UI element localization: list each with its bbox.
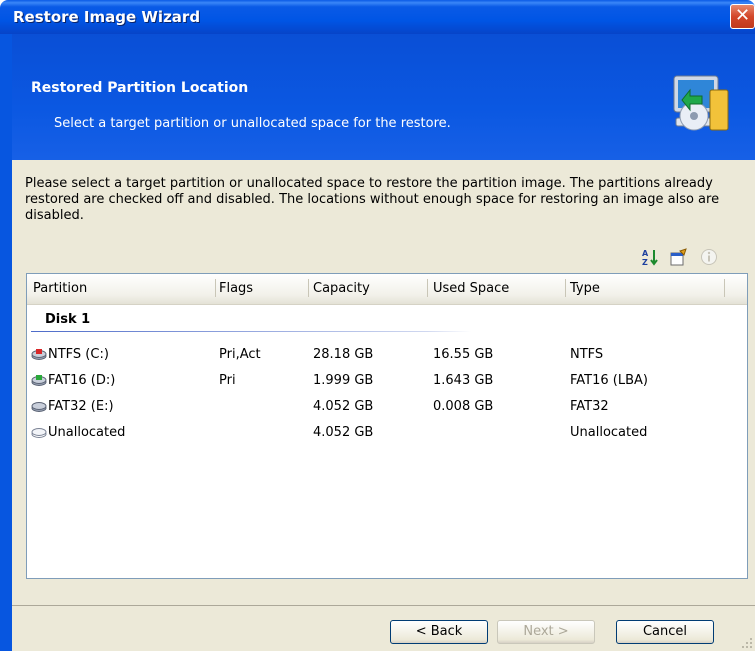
header-title: Restored Partition Location [31, 80, 249, 96]
svg-text:Z: Z [642, 258, 648, 266]
used-space-cell: 0.008 GB [433, 399, 494, 414]
used-space-cell: 1.643 GB [433, 373, 494, 388]
column-separator[interactable] [565, 279, 566, 297]
flags-cell: Pri,Act [219, 347, 261, 362]
wizard-header: Restored Partition Location Select a tar… [12, 34, 755, 160]
properties-icon[interactable] [670, 248, 688, 266]
svg-text:A: A [642, 249, 649, 258]
column-separator[interactable] [308, 279, 309, 297]
flags-cell: Pri [219, 373, 236, 388]
back-button[interactable]: < Back [390, 620, 488, 644]
partition-name: Unallocated [48, 425, 126, 440]
group-divider [31, 331, 471, 332]
column-separator[interactable] [215, 279, 216, 297]
button-divider [12, 605, 755, 606]
type-cell: NTFS [570, 347, 604, 362]
capacity-cell: 4.052 GB [313, 425, 374, 440]
capacity-cell: 1.999 GB [313, 373, 374, 388]
disk-group-label: Disk 1 [45, 312, 91, 327]
column-header-used-space[interactable]: Used Space [433, 281, 509, 296]
header-subtitle: Select a target partition or unallocated… [54, 116, 451, 131]
wizard-body: Please select a target partition or unal… [12, 160, 755, 651]
column-header-partition[interactable]: Partition [33, 281, 87, 296]
restore-image-wizard-window: Restore Image Wizard ✕ Restored Partitio… [0, 0, 755, 651]
red-disk-icon [31, 348, 47, 364]
table-row[interactable]: NTFS (C:) Pri,Act 28.18 GB 16.55 GB NTFS [27, 344, 747, 366]
type-cell: FAT32 [570, 399, 609, 414]
partition-cell: NTFS (C:) [31, 347, 109, 364]
partition-name: NTFS (C:) [48, 347, 109, 362]
title-bar[interactable]: Restore Image Wizard ✕ [0, 0, 755, 34]
partition-name: FAT32 (E:) [48, 399, 114, 414]
partition-cell: FAT16 (D:) [31, 373, 115, 390]
capacity-cell: 28.18 GB [313, 347, 374, 362]
table-row[interactable]: FAT16 (D:) Pri 1.999 GB 1.643 GB FAT16 (… [27, 370, 747, 392]
capacity-cell: 4.052 GB [313, 399, 374, 414]
next-button: Next > [497, 620, 595, 644]
partition-cell: FAT32 (E:) [31, 399, 114, 416]
cancel-button[interactable]: Cancel [616, 620, 714, 644]
table-row[interactable]: FAT32 (E:) 4.052 GB 0.008 GB FAT32 [27, 396, 747, 418]
list-toolbar: AZ [642, 248, 742, 268]
used-space-cell: 16.55 GB [433, 347, 494, 362]
restore-computer-icon [673, 75, 729, 131]
partition-list[interactable]: Partition Flags Capacity Used Space Type… [26, 273, 748, 579]
gray-disk-icon [31, 400, 47, 416]
list-header: Partition Flags Capacity Used Space Type [27, 274, 747, 305]
column-separator[interactable] [724, 279, 725, 297]
partition-name: FAT16 (D:) [48, 373, 116, 388]
column-header-flags[interactable]: Flags [219, 281, 253, 296]
column-separator[interactable] [427, 279, 428, 297]
window-frame [0, 34, 12, 651]
window-title: Restore Image Wizard [13, 8, 201, 26]
unallocated-disk-icon [31, 426, 47, 442]
table-row[interactable]: Unallocated 4.052 GB Unallocated [27, 422, 747, 444]
partition-cell: Unallocated [31, 425, 125, 442]
close-button[interactable]: ✕ [730, 4, 755, 29]
column-header-type[interactable]: Type [570, 281, 600, 296]
info-icon [700, 248, 718, 266]
column-header-capacity[interactable]: Capacity [313, 281, 370, 296]
type-cell: FAT16 (LBA) [570, 373, 648, 388]
green-disk-icon [31, 374, 47, 390]
type-cell: Unallocated [570, 425, 648, 440]
instructions-text: Please select a target partition or unal… [25, 176, 720, 223]
resize-grip-icon[interactable] [741, 637, 753, 649]
sort-icon[interactable]: AZ [642, 248, 660, 267]
